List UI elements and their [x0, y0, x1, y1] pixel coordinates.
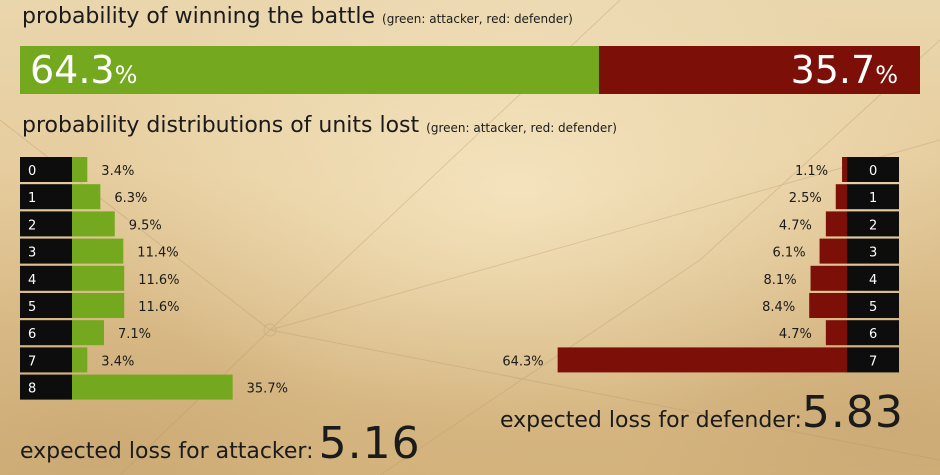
defender-units-lost-label: 4 [869, 273, 877, 288]
attacker-units-lost-label: 5 [28, 300, 36, 315]
attacker-units-lost-label: 7 [28, 354, 36, 369]
attacker-bar [72, 157, 88, 182]
defender-bar [835, 184, 847, 210]
defender-bar-value: 8.4% [762, 300, 795, 315]
defender-units-lost-label: 5 [869, 300, 877, 315]
attacker-bar-value: 3.4% [101, 164, 134, 179]
defender-bar-value: 64.3% [502, 354, 543, 369]
attacker-bar [72, 347, 88, 373]
attacker-bar-value: 7.1% [118, 327, 151, 342]
attacker-bar [72, 265, 125, 291]
defender-bar [825, 211, 847, 237]
attacker-bar [72, 374, 233, 400]
attacker-bar [72, 238, 124, 264]
defender-bar [557, 347, 847, 373]
attacker-units-lost-label: 0 [28, 164, 36, 179]
defender-expected-loss-label: expected loss for defender: [500, 408, 802, 433]
defender-bar-value: 2.5% [789, 191, 822, 206]
attacker-units-lost-label: 3 [28, 246, 36, 261]
attacker-bar-value: 6.3% [114, 191, 147, 206]
defender-bar-value: 4.7% [779, 218, 812, 233]
attacker-bar [72, 293, 125, 318]
attacker-units-lost-label: 8 [28, 382, 36, 397]
attacker-units-lost-label: 1 [28, 191, 36, 206]
attacker-bar [72, 211, 115, 237]
defender-units-lost-label: 6 [869, 327, 877, 342]
defender-expected-loss-value: 5.83 [801, 387, 904, 438]
defender-units-lost-label: 1 [869, 191, 877, 206]
defender-bar [819, 238, 847, 264]
defender-bar [810, 265, 847, 291]
defender-bar-value: 4.7% [779, 327, 812, 342]
attacker-bar-value: 35.7% [247, 382, 288, 397]
attacker-units-lost-label: 6 [28, 327, 36, 342]
attacker-units-lost-label: 2 [28, 218, 36, 233]
attacker-units-lost-label: 4 [28, 273, 36, 288]
defender-bar [825, 320, 847, 346]
defender-bar-value: 8.1% [764, 273, 797, 288]
defender-units-lost-label: 0 [869, 164, 877, 179]
attacker-bar-value: 11.4% [137, 246, 178, 261]
defender-units-lost-label: 3 [869, 246, 877, 261]
attacker-bar [72, 320, 104, 346]
attacker-bar-value: 9.5% [129, 218, 162, 233]
defender-bar [809, 293, 847, 318]
attacker-bar [72, 184, 101, 210]
defender-bar-value: 6.1% [773, 246, 806, 261]
attacker-bar-value: 11.6% [138, 273, 179, 288]
attacker-expected-loss-label: expected loss for attacker: [20, 439, 314, 464]
defender-bar [842, 157, 847, 182]
attacker-bar-value: 3.4% [101, 354, 134, 369]
defender-bar-value: 1.1% [795, 164, 828, 179]
defender-expected-loss: expected loss for defender:5.83 [500, 387, 904, 438]
defender-units-lost-label: 2 [869, 218, 877, 233]
attacker-expected-loss-value: 5.16 [318, 418, 421, 469]
attacker-bar-value: 11.6% [138, 300, 179, 315]
defender-units-lost-label: 7 [869, 354, 877, 369]
attacker-expected-loss: expected loss for attacker: 5.16 [20, 418, 421, 469]
